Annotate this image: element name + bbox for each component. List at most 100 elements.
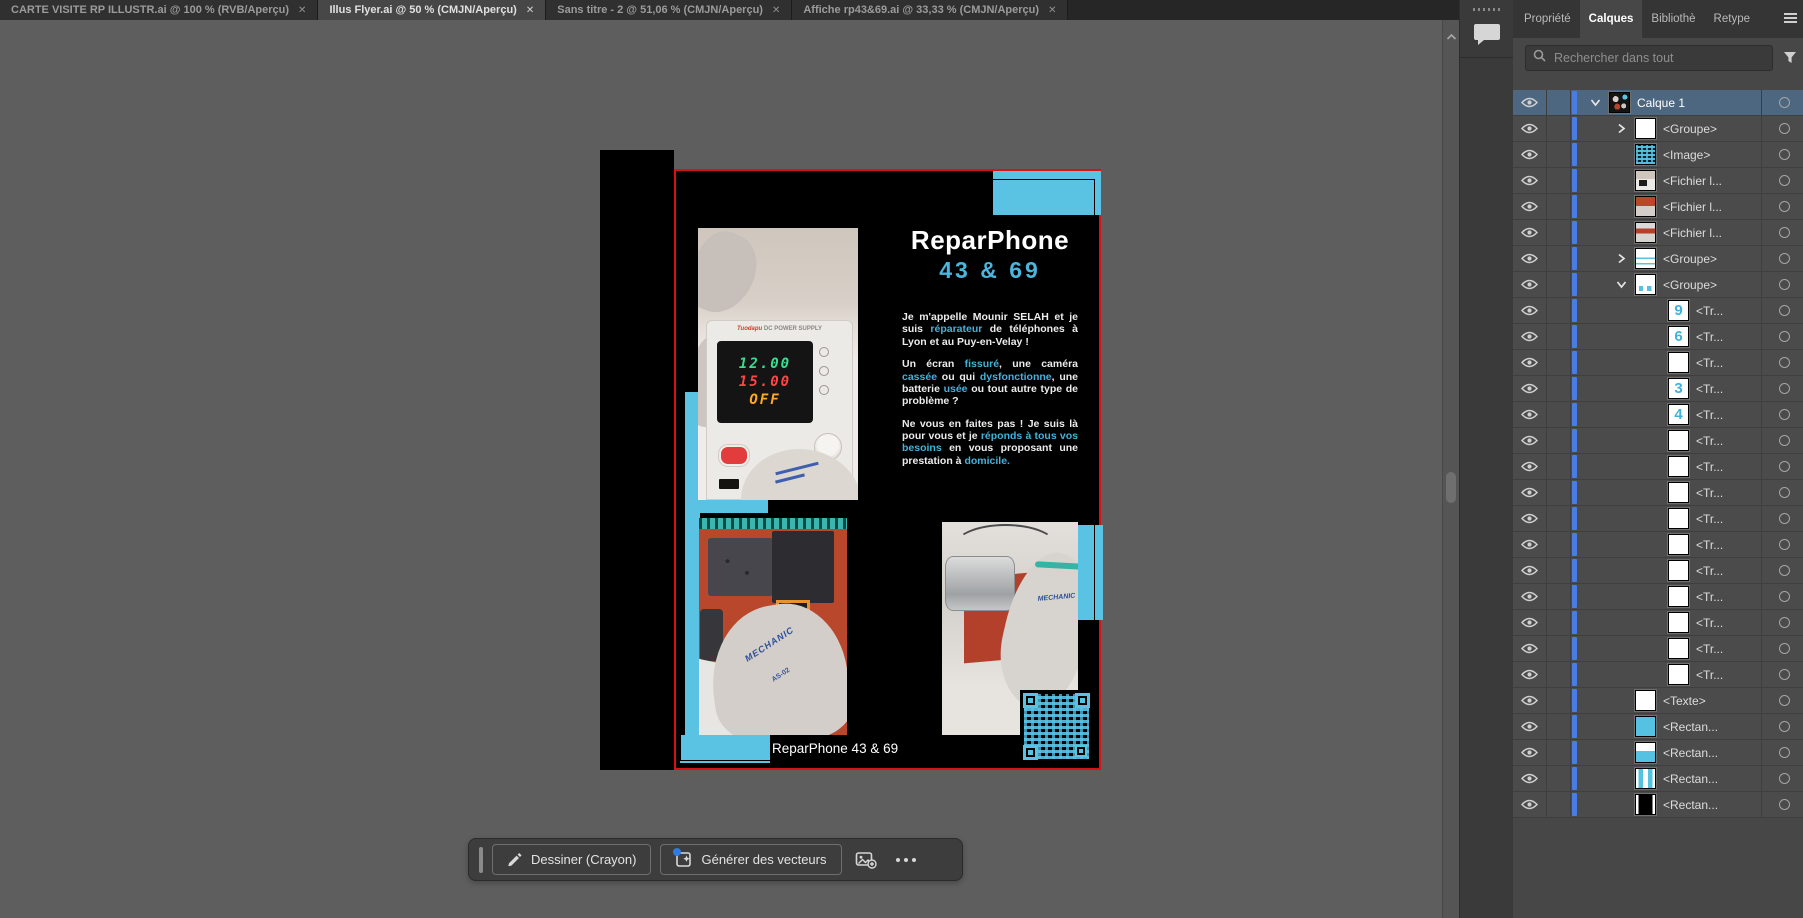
expand-chevron-icon[interactable]	[1613, 251, 1629, 267]
target-circle-icon[interactable]	[1779, 565, 1790, 576]
expand-chevron-icon[interactable]	[1613, 277, 1629, 293]
lock-cell[interactable]	[1547, 272, 1571, 297]
lock-cell[interactable]	[1547, 168, 1571, 193]
layer-row[interactable]: <Image>	[1513, 142, 1803, 168]
lock-cell[interactable]	[1547, 506, 1571, 531]
visibility-eye-icon[interactable]	[1513, 90, 1547, 115]
visibility-eye-icon[interactable]	[1513, 298, 1547, 323]
target-circle-icon[interactable]	[1779, 175, 1790, 186]
lock-cell[interactable]	[1547, 350, 1571, 375]
lock-cell[interactable]	[1547, 402, 1571, 427]
document-tab[interactable]: Sans titre - 2 @ 51,06 % (CMJN/Aperçu) ✕	[546, 0, 793, 20]
lock-cell[interactable]	[1547, 324, 1571, 349]
lock-cell[interactable]	[1547, 246, 1571, 271]
visibility-eye-icon[interactable]	[1513, 480, 1547, 505]
flyer-bleed-strip[interactable]	[600, 150, 674, 770]
target-circle-icon[interactable]	[1779, 123, 1790, 134]
visibility-eye-icon[interactable]	[1513, 636, 1547, 661]
panel-tab-propri-t-[interactable]: Propriété	[1515, 0, 1580, 38]
target-circle-icon[interactable]	[1779, 487, 1790, 498]
lock-cell[interactable]	[1547, 90, 1571, 115]
lock-cell[interactable]	[1547, 766, 1571, 791]
tab-close-icon[interactable]: ✕	[772, 5, 780, 16]
document-tab[interactable]: Affiche rp43&69.ai @ 33,33 % (CMJN/Aperç…	[792, 0, 1069, 20]
search-input[interactable]	[1552, 50, 1765, 66]
visibility-eye-icon[interactable]	[1513, 610, 1547, 635]
lock-cell[interactable]	[1547, 376, 1571, 401]
layer-row[interactable]: <Rectan...	[1513, 792, 1803, 818]
layer-row[interactable]: <Tr...	[1513, 610, 1803, 636]
layer-row[interactable]: <Groupe>	[1513, 116, 1803, 142]
layer-row[interactable]: <Tr...	[1513, 532, 1803, 558]
layer-row[interactable]: <Tr...	[1513, 454, 1803, 480]
lock-cell[interactable]	[1547, 688, 1571, 713]
target-circle-icon[interactable]	[1779, 383, 1790, 394]
lock-cell[interactable]	[1547, 428, 1571, 453]
target-circle-icon[interactable]	[1779, 617, 1790, 628]
visibility-eye-icon[interactable]	[1513, 792, 1547, 817]
layer-row[interactable]: <Fichier l...	[1513, 194, 1803, 220]
lock-cell[interactable]	[1547, 142, 1571, 167]
lock-cell[interactable]	[1547, 532, 1571, 557]
visibility-eye-icon[interactable]	[1513, 766, 1547, 791]
visibility-eye-icon[interactable]	[1513, 246, 1547, 271]
layer-row[interactable]: 4 <Tr...	[1513, 402, 1803, 428]
visibility-eye-icon[interactable]	[1513, 558, 1547, 583]
layer-row[interactable]: <Tr...	[1513, 662, 1803, 688]
visibility-eye-icon[interactable]	[1513, 116, 1547, 141]
layer-row[interactable]: <Rectan...	[1513, 766, 1803, 792]
visibility-eye-icon[interactable]	[1513, 142, 1547, 167]
visibility-eye-icon[interactable]	[1513, 350, 1547, 375]
layer-row[interactable]: <Rectan...	[1513, 714, 1803, 740]
target-circle-icon[interactable]	[1779, 149, 1790, 160]
expand-chevron-icon[interactable]	[1587, 95, 1603, 111]
target-circle-icon[interactable]	[1779, 305, 1790, 316]
lock-cell[interactable]	[1547, 454, 1571, 479]
canvas[interactable]: Tuodapu DC POWER SUPPLY 12.00 15.00 OFF	[0, 20, 1442, 918]
visibility-eye-icon[interactable]	[1513, 376, 1547, 401]
lock-cell[interactable]	[1547, 792, 1571, 817]
panel-tab-calques[interactable]: Calques	[1579, 0, 1643, 38]
target-circle-icon[interactable]	[1779, 279, 1790, 290]
contextual-taskbar[interactable]: Dessiner (Crayon) Générer des vecteurs	[468, 838, 963, 881]
lock-cell[interactable]	[1547, 298, 1571, 323]
target-circle-icon[interactable]	[1779, 799, 1790, 810]
visibility-eye-icon[interactable]	[1513, 532, 1547, 557]
scroll-up-arrow-icon[interactable]	[1446, 28, 1457, 46]
target-circle-icon[interactable]	[1779, 747, 1790, 758]
image-add-icon[interactable]	[851, 851, 881, 869]
lock-cell[interactable]	[1547, 558, 1571, 583]
visibility-eye-icon[interactable]	[1513, 402, 1547, 427]
draw-pencil-button[interactable]: Dessiner (Crayon)	[492, 844, 652, 875]
lock-cell[interactable]	[1547, 116, 1571, 141]
visibility-eye-icon[interactable]	[1513, 194, 1547, 219]
lock-cell[interactable]	[1547, 636, 1571, 661]
lock-cell[interactable]	[1547, 194, 1571, 219]
lock-cell[interactable]	[1547, 740, 1571, 765]
visibility-eye-icon[interactable]	[1513, 584, 1547, 609]
layer-row[interactable]: 3 <Tr...	[1513, 376, 1803, 402]
layer-row[interactable]: <Tr...	[1513, 584, 1803, 610]
tab-close-icon[interactable]: ✕	[298, 5, 306, 16]
visibility-eye-icon[interactable]	[1513, 662, 1547, 687]
layer-row[interactable]: <Tr...	[1513, 350, 1803, 376]
lock-cell[interactable]	[1547, 610, 1571, 635]
layer-row[interactable]: <Tr...	[1513, 428, 1803, 454]
lock-cell[interactable]	[1547, 480, 1571, 505]
layer-row[interactable]: <Tr...	[1513, 506, 1803, 532]
panel-menu-icon[interactable]	[1784, 13, 1797, 25]
layer-row[interactable]: 9 <Tr...	[1513, 298, 1803, 324]
scrollbar-thumb[interactable]	[1446, 472, 1456, 503]
target-circle-icon[interactable]	[1779, 773, 1790, 784]
canvas-vertical-scrollbar[interactable]	[1442, 20, 1460, 918]
more-options-icon[interactable]	[890, 857, 922, 862]
visibility-eye-icon[interactable]	[1513, 324, 1547, 349]
visibility-eye-icon[interactable]	[1513, 688, 1547, 713]
visibility-eye-icon[interactable]	[1513, 740, 1547, 765]
layer-row[interactable]: <Tr...	[1513, 636, 1803, 662]
lock-cell[interactable]	[1547, 714, 1571, 739]
target-circle-icon[interactable]	[1779, 591, 1790, 602]
target-circle-icon[interactable]	[1779, 721, 1790, 732]
target-circle-icon[interactable]	[1779, 227, 1790, 238]
target-circle-icon[interactable]	[1779, 461, 1790, 472]
